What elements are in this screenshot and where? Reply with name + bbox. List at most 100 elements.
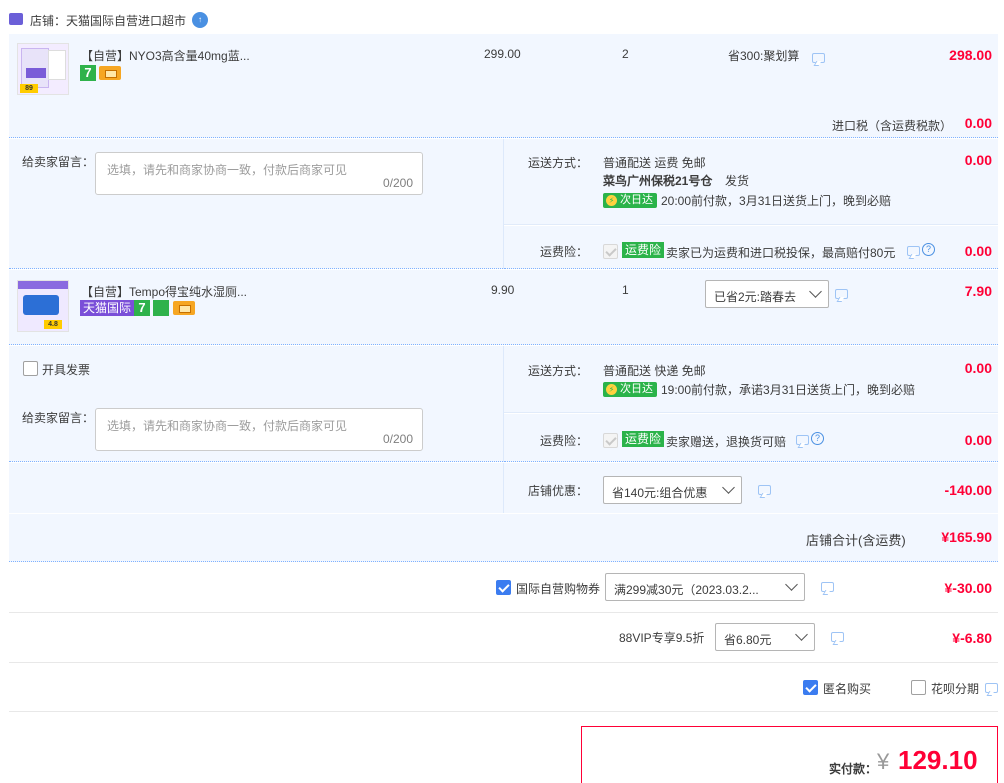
chevron-down-icon-4 [795,628,808,641]
ship-value-1: 0.00 [964,152,992,168]
tmall-cat-icon [9,13,23,25]
tmall-intl-tag: 天猫国际 [80,300,135,316]
coupon-comment-icon[interactable] [821,582,834,592]
seven-day-return-icon: 7 [80,65,96,81]
next-day-text-1: 次日达 [620,194,653,206]
vip-value: ¥-6.80 [952,630,992,646]
chevron-down-icon-2 [722,481,735,494]
options-bottom-line [9,711,998,712]
insure-tag-2: 运费险 [622,431,665,447]
insure-comment-icon-1[interactable] [907,246,920,256]
item2-price: 9.90 [491,283,515,297]
next-day-tag-2: ⚡ 次日达 [603,382,657,397]
invoice-checkbox[interactable] [23,361,38,376]
bolt-icon: ⚡ [606,195,617,206]
insure-tag-1: 运费险 [622,242,665,258]
item1-price: 299.00 [484,47,521,61]
insure-label-2: 运费险： [540,434,589,448]
shop-discount-value: -140.00 [944,482,992,498]
chat-bubble-icon[interactable]: ↑ [192,12,208,28]
insure-comment-icon-2[interactable] [796,435,809,445]
product-title-2[interactable]: 【自营】Tempo得宝纯水湿厕... [81,283,247,300]
promo-comment-icon[interactable] [812,53,825,63]
discount-comment-icon[interactable] [758,485,771,495]
huabei-label[interactable]: 花呗分期 [931,680,979,697]
warehouse-suffix: 发货 [725,174,750,188]
guarantee-icon [153,300,169,316]
help-icon-2[interactable]: ? [811,432,824,445]
shop-name[interactable]: 店铺：天猫国际自营进口超市 [30,12,186,29]
divider-2 [503,346,504,462]
coupon-checkbox[interactable] [496,580,511,595]
note-count-2: 0/200 [382,432,413,446]
card-payment-icon-2 [173,301,195,315]
vip-comment-icon[interactable] [831,632,844,642]
chevron-down-icon [809,285,822,298]
shop-total-label: 店铺合计(含运费) [806,533,906,548]
coupon-value: ¥-30.00 [944,580,992,596]
item1-qty: 2 [622,47,629,61]
chevron-down-icon-3 [785,578,798,591]
huabei-comment-icon[interactable] [985,683,998,693]
divider [503,139,504,269]
ship-method-2: 普通配送 快递 免邮 [603,364,706,378]
ship-method-1: 普通配送 运费 免邮 [603,156,706,170]
item2-qty: 1 [622,283,629,297]
pay-amount: 129.10 [898,745,978,775]
import-tax-value: 0.00 [964,115,992,131]
huabei-checkbox[interactable] [911,680,926,695]
ship-value-2: 0.00 [964,360,992,376]
note-placeholder-2: 选填，请先和商家协商一致，付款后商家可见 [107,419,348,433]
ship-label-1: 运送方式： [528,156,589,170]
shop-discount-label: 店铺优惠： [528,484,589,498]
product-thumbnail-1[interactable]: 89 [17,43,69,95]
card-payment-icon [99,66,121,80]
warehouse-name: 菜鸟广州保税21号仓 [603,174,713,188]
vip-label: 88VIP专享9.5折 [619,631,705,645]
pay-currency: ¥ [877,749,890,774]
note-placeholder-1: 选填，请先和商家协商一致，付款后商家可见 [107,163,348,177]
vip-select[interactable]: 省6.80元 [715,623,815,651]
promo-comment-icon-2[interactable] [835,289,848,299]
insure-value-1: 0.00 [964,243,992,259]
coupon-select[interactable]: 满299减30元（2023.03.2... [605,573,805,601]
block2-right-top [504,346,998,413]
import-tax-label: 进口税（含运费税款） [832,119,953,133]
item1-promo: 省300:聚划算 [728,49,800,63]
note-label-2: 给卖家留言： [22,411,95,425]
invoice-label[interactable]: 开具发票 [42,361,90,378]
coupon-label: 国际自营购物券 [516,582,601,596]
anonymous-label[interactable]: 匿名购买 [823,680,871,697]
product-thumbnail-2[interactable]: 4.8 [17,280,69,332]
seller-note-input-1[interactable]: 选填，请先和商家协商一致，付款后商家可见 0/200 [95,152,423,195]
item2-promo-select-text: 已省2元:踏春去 [714,290,797,304]
ship-detail-2: 19:00前付款，承诺3月31日送货上门，晚到必赔 [661,383,916,397]
note-label-1: 给卖家留言： [22,155,95,169]
ship-detail-1: 20:00前付款，3月31日送货上门，晚到必赔 [661,194,892,208]
insure-checkbox-2 [603,433,618,448]
bolt-icon-2: ⚡ [606,384,617,395]
shop-discount-select[interactable]: 省140元:组合优惠 [603,476,742,504]
item2-promo-select[interactable]: 已省2元:踏春去 [705,280,829,308]
product-title-1[interactable]: 【自营】NYO3高含量40mg蓝... [81,47,250,64]
coupon-bottom-line [9,612,998,613]
vip-bottom-line [9,662,998,663]
seven-day-return-icon-2: 7 [134,300,150,316]
shop-discount-select-text: 省140元:组合优惠 [612,486,708,500]
item2-subtotal: 7.90 [964,283,992,299]
shop-total-value: ¥165.90 [941,529,992,545]
pay-label: 实付款： [829,762,878,776]
block1-right-top [504,139,998,225]
item1-subtotal: 298.00 [949,47,992,63]
next-day-tag-1: ⚡ 次日达 [603,193,657,208]
coupon-select-text: 满299减30元（2023.03.2... [614,583,759,597]
divider-3 [503,463,504,513]
insure-checkbox-1 [603,244,618,259]
vip-select-text: 省6.80元 [724,633,772,647]
insure-text-1: 卖家已为运费和进口税投保，最高赔付80元 [666,246,896,260]
seller-note-input-2[interactable]: 选填，请先和商家协商一致，付款后商家可见 0/200 [95,408,423,451]
insure-text-2: 卖家赠送，退换货可赔 [666,435,787,449]
ship-label-2: 运送方式： [528,364,589,378]
help-icon-1[interactable]: ? [922,243,935,256]
anonymous-checkbox[interactable] [803,680,818,695]
